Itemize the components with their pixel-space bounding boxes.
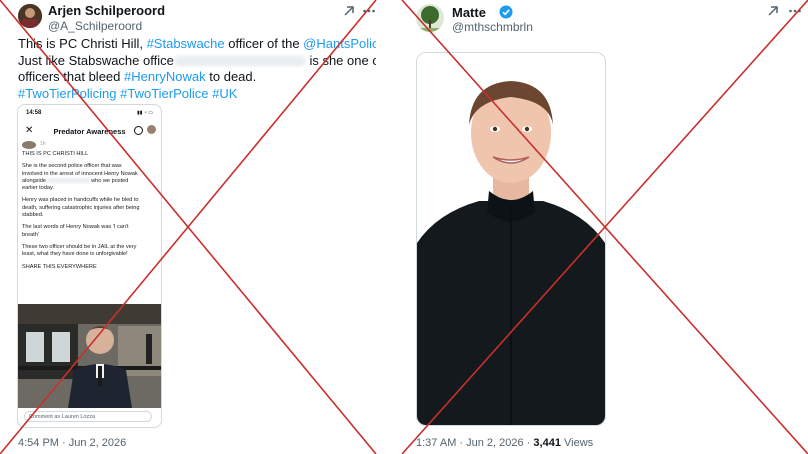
avatar-image	[416, 4, 444, 32]
more-icon[interactable]	[362, 4, 376, 18]
text-fragment: Henry was placed in handcuffs while he b…	[22, 197, 139, 204]
text-fragment: alongside	[22, 177, 46, 184]
text-fragment: earlier today.	[22, 185, 54, 192]
text-fragment: officers that bleed	[18, 69, 124, 84]
grok-icon[interactable]	[766, 4, 780, 18]
text-fragment: to dead.	[205, 69, 257, 84]
author-name[interactable]: Arjen Schilperoord	[48, 3, 165, 18]
text-fragment: who we posted	[91, 177, 129, 184]
author-avatar[interactable]	[18, 4, 42, 28]
left-timestamp[interactable]: 4:54 PM · Jun 2, 2026	[18, 437, 126, 449]
redacted-name	[47, 177, 90, 183]
page-meta: 1h	[40, 141, 46, 147]
embedded-screenshot[interactable]: 14:58 ▮▮ ◔ ▭ ✕ Predator Awareness 1h THI…	[17, 104, 162, 428]
mention-link[interactable]: @HantsPolice	[303, 36, 376, 51]
avatar-image	[18, 4, 42, 28]
text-fragment: least, what they have done is unforgivab…	[22, 251, 128, 258]
hashtag-link[interactable]: #HenryNowak	[124, 69, 206, 84]
text-fragment: stabbed.	[22, 212, 44, 219]
author-avatar[interactable]	[416, 4, 444, 32]
post-paragraph: SHARE THIS EVERYWHERE	[22, 263, 97, 270]
text-fragment: breath'	[22, 231, 39, 238]
text-fragment: These two officer should be in JAIL at t…	[22, 243, 137, 250]
text-fragment: She is the second police officer that wa…	[22, 163, 122, 170]
tweet-line-2: Just like Stabswache office is she one o…	[18, 52, 376, 70]
text-fragment: involved in the arrest of innocent Henry…	[22, 170, 138, 177]
left-tweet: Arjen Schilperoord @A_Schilperoord This …	[0, 0, 376, 454]
hashtag-link[interactable]: #UK	[212, 86, 237, 101]
right-tweet: Matte @mthschmbrln 1:37 AM · Jun 2, 2026…	[402, 0, 808, 454]
phone-status-icons: ▮▮ ◔ ▭	[136, 110, 153, 116]
text-fragment: officer of the	[224, 36, 304, 51]
verified-badge-icon	[499, 5, 513, 19]
author-handle[interactable]: @A_Schilperoord	[48, 19, 142, 33]
hashtag-link[interactable]: #TwoTierPolice	[120, 86, 208, 101]
comment-input[interactable]: Comment as Lauren Lozza	[24, 411, 152, 422]
tweet-line-4: #TwoTierPolicing #TwoTierPolice #UK	[18, 86, 370, 103]
post-paragraph: These two officer should be in JAIL at t…	[22, 244, 158, 259]
text-fragment: This is PC Christi Hill,	[18, 36, 147, 51]
hashtag-link[interactable]: #Stabswache	[147, 36, 225, 51]
text-fragment: The last words of Henry Nowak was 'I can…	[22, 224, 129, 231]
phone-avatar[interactable]	[147, 125, 156, 134]
text-fragment: Just like Stabswache office	[18, 52, 174, 68]
post-headline: THIS IS PC CHRISTI HILL	[22, 151, 89, 157]
search-icon[interactable]	[134, 126, 143, 135]
officer-photo[interactable]	[416, 52, 606, 426]
tweet-line-3: officers that bleed #HenryNowak to dead.	[18, 69, 370, 86]
views-label: Views	[560, 437, 594, 449]
tweet-line-1: This is PC Christi Hill, #Stabswache off…	[18, 36, 376, 53]
tweet-text: This is PC Christi Hill, #Stabswache off…	[18, 36, 376, 103]
author-name[interactable]: Matte	[452, 5, 486, 20]
page-avatar	[22, 141, 36, 149]
timestamp-time[interactable]: 1:37 AM · Jun 2, 2026 ·	[416, 437, 533, 449]
officer-photo-small	[18, 304, 161, 408]
post-paragraph: She is the second police officer that wa…	[22, 163, 158, 192]
right-timestamp[interactable]: 1:37 AM · Jun 2, 2026 · 3,441 Views	[416, 437, 593, 449]
post-body: THIS IS PC CHRISTI HILL She is the secon…	[22, 151, 158, 276]
phone-time: 14:58	[26, 110, 42, 116]
author-handle[interactable]: @mthschmbrln	[452, 20, 533, 34]
grok-icon[interactable]	[342, 4, 356, 18]
views-count: 3,441	[533, 437, 561, 449]
post-paragraph: The last words of Henry Nowak was 'I can…	[22, 224, 158, 239]
text-fragment: death, suffering catastrophic injuries a…	[22, 204, 140, 211]
post-paragraph: Henry was placed in handcuffs while he b…	[22, 197, 158, 219]
more-icon[interactable]	[788, 4, 802, 18]
officer-photo-image	[417, 53, 605, 425]
text-fragment: is she one of the	[309, 52, 376, 68]
redacted-name	[173, 56, 306, 67]
hashtag-link[interactable]: #TwoTierPolicing	[18, 86, 117, 101]
